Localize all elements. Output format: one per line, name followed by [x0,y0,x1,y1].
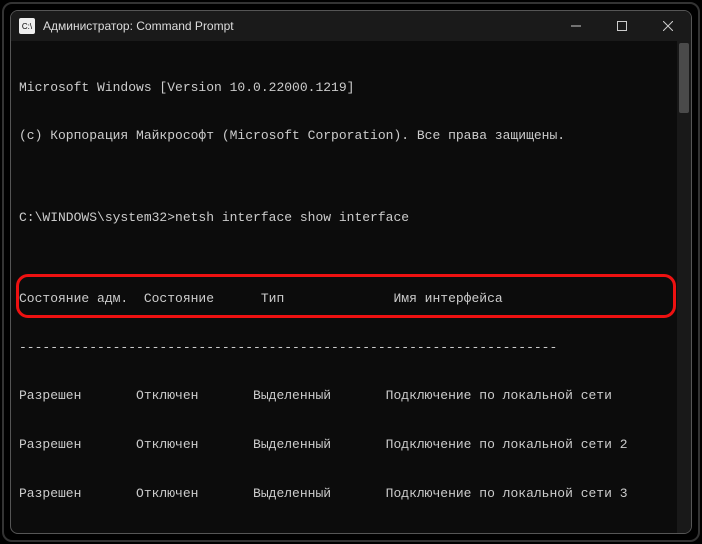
vertical-scrollbar[interactable] [677,41,691,533]
window-title: Администратор: Command Prompt [43,19,553,33]
table-row: Разрешен Отключен Выделенный Подключение… [19,388,683,404]
app-icon: C:\ [19,18,35,34]
scrollbar-thumb[interactable] [679,43,689,113]
close-icon [663,21,673,31]
terminal-area[interactable]: Microsoft Windows [Version 10.0.22000.12… [11,41,691,533]
cmd-window: C:\ Администратор: Command Prompt Micros… [10,10,692,534]
window-controls [553,11,691,41]
copyright-line: (c) Корпорация Майкрософт (Microsoft Cor… [19,128,683,144]
app-icon-label: C:\ [22,22,32,31]
minimize-icon [571,21,581,31]
maximize-button[interactable] [599,11,645,41]
version-line: Microsoft Windows [Version 10.0.22000.12… [19,80,683,96]
maximize-icon [617,21,627,31]
outer-frame: C:\ Администратор: Command Prompt Micros… [2,2,700,542]
table-row: Разрешен Отключен Выделенный Подключение… [19,437,683,453]
table-divider: ----------------------------------------… [19,340,683,356]
minimize-button[interactable] [553,11,599,41]
prompt-line-1: C:\WINDOWS\system32>netsh interface show… [19,210,683,226]
table-row: Разрешен Отключен Выделенный Подключение… [19,486,683,502]
titlebar[interactable]: C:\ Администратор: Command Prompt [11,11,691,41]
table-header: Состояние адм. Состояние Тип Имя интерфе… [19,291,683,307]
close-button[interactable] [645,11,691,41]
